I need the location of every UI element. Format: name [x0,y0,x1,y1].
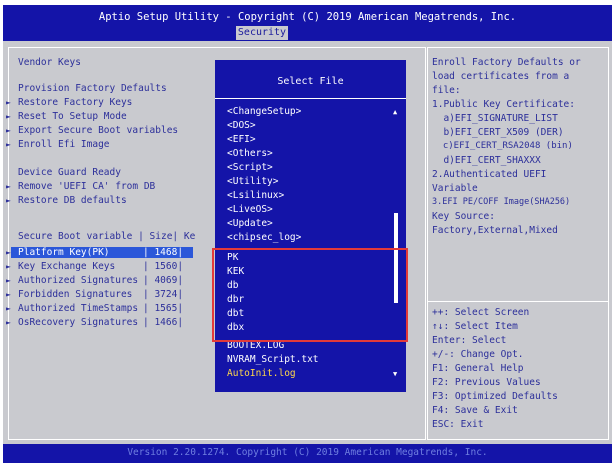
scroll-down-icon[interactable]: ▼ [393,370,397,378]
submenu-arrow-icon: ► [6,196,11,205]
file-item-selected[interactable]: AutoInit.log [227,368,296,379]
table-row[interactable]: Authorized TimeStamps [18,303,138,314]
provision-factory-defaults[interactable]: Provision Factory Defaults [18,83,167,94]
row-size: | 3724| [143,289,184,300]
help-divider [428,301,608,302]
help-line: d)EFI_CERT_SHAXXX [432,155,541,166]
help-line: Factory,External,Mixed [432,225,558,236]
submenu-arrow-icon: ► [6,126,11,135]
table-row[interactable]: Key Exchange Keys [18,261,115,272]
scroll-up-icon[interactable]: ▲ [393,108,397,116]
dialog-title: Select File [277,76,344,87]
key-hint: Enter: Select [432,335,507,346]
submenu-arrow-icon: ► [6,112,11,121]
version-text: Version 2.20.1274. Copyright (C) 2019 Am… [127,447,488,458]
dialog-divider [215,98,406,99]
submenu-arrow-icon: ► [6,276,11,285]
help-line: file: [432,85,461,96]
device-guard-ready-label: Device Guard Ready [18,167,121,178]
app-title: Aptio Setup Utility - Copyright (C) 2019… [98,11,517,23]
status-bar: Version 2.20.1274. Copyright (C) 2019 Am… [3,444,612,463]
row-size: | 1466| [143,317,184,328]
restore-factory-keys[interactable]: Restore Factory Keys [18,97,132,108]
help-line: load certificates from a [432,71,570,82]
key-hint: +/-: Change Opt. [432,349,524,360]
file-item[interactable]: NVRAM_Script.txt [227,354,319,365]
row-size: | 1565| [143,303,184,314]
help-line: Variable [432,183,478,194]
file-item[interactable]: <Lsilinux> [227,190,284,201]
file-item[interactable]: <Utility> [227,176,278,187]
file-item[interactable]: <EFI> [227,134,256,145]
submenu-arrow-icon: ► [6,248,11,257]
file-item[interactable]: <DOS> [227,120,256,131]
table-row[interactable]: OsRecovery Signatures [18,317,138,328]
key-hint: ESC: Exit [432,419,484,430]
bios-screen: Aptio Setup Utility - Copyright (C) 2019… [3,5,612,463]
file-item[interactable]: <Update> [227,218,273,229]
help-line: a)EFI_SIGNATURE_LIST [432,113,558,124]
remove-uefi-ca[interactable]: Remove 'UEFI CA' from DB [18,181,155,192]
table-row[interactable]: Authorized Signatures [18,275,138,286]
select-file-dialog: Select File <ChangeSetup> <DOS> <EFI> <O… [215,60,406,392]
submenu-arrow-icon: ► [6,182,11,191]
row-size: | 1560| [143,261,184,272]
help-line: 3.EFI PE/COFF Image(SHA256) [432,197,571,207]
submenu-arrow-icon: ► [6,262,11,271]
key-hint: ++: Select Screen [432,307,530,318]
table-row[interactable]: Platform Key(PK) [18,247,110,258]
reset-to-setup-mode[interactable]: Reset To Setup Mode [18,111,127,122]
key-hint: ↑↓: Select Item [432,321,518,332]
submenu-arrow-icon: ► [6,304,11,313]
file-item[interactable]: <LiveOS> [227,204,273,215]
help-line: 2.Authenticated UEFI [432,169,547,180]
key-hint: F2: Previous Values [432,377,541,388]
key-hint: F1: General Help [432,363,524,374]
vendor-keys-label: Vendor Keys [18,57,81,68]
file-item[interactable]: <ChangeSetup> [227,106,301,117]
help-line: Key Source: [432,211,495,222]
submenu-arrow-icon: ► [6,140,11,149]
help-line: Enroll Factory Defaults or [432,57,581,68]
table-row[interactable]: Forbidden Signatures [18,289,132,300]
annotation-highlight-box [212,248,408,342]
row-size: | 1468| [143,247,184,258]
tab-security[interactable]: Security [236,26,288,40]
export-secure-boot-variables[interactable]: Export Secure Boot variables [18,125,178,136]
file-item[interactable]: <Script> [227,162,273,173]
submenu-arrow-icon: ► [6,98,11,107]
submenu-arrow-icon: ► [6,290,11,299]
title-bar: Aptio Setup Utility - Copyright (C) 2019… [3,5,612,41]
help-line: b)EFI_CERT_X509 (DER) [432,127,564,138]
enroll-efi-image[interactable]: Enroll Efi Image [18,139,110,150]
row-size: | 4069| [143,275,184,286]
submenu-arrow-icon: ► [6,318,11,327]
table-header: Secure Boot variable | Size| Ke [18,231,196,242]
key-hint: F3: Optimized Defaults [432,391,558,402]
help-line: 1.Public Key Certificate: [432,99,575,110]
file-item[interactable]: <Others> [227,148,273,159]
file-item[interactable]: <chipsec_log> [227,232,301,243]
help-line: c)EFI_CERT_RSA2048 (bin) [432,141,573,151]
restore-db-defaults[interactable]: Restore DB defaults [18,195,127,206]
key-hint: F4: Save & Exit [432,405,518,416]
